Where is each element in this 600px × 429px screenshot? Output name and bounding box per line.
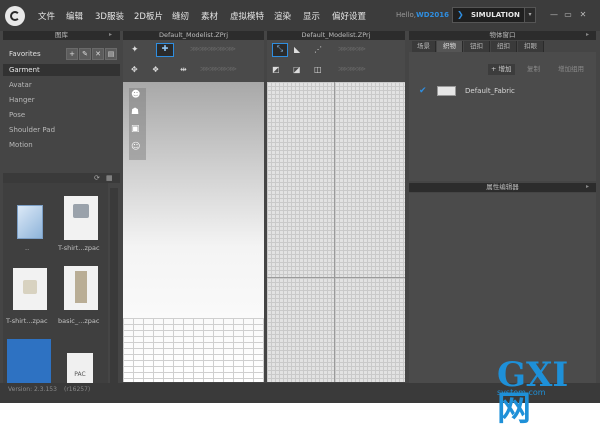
mode-dropdown-chevron-icon[interactable]: ▾ <box>524 7 536 23</box>
panel-menu-icon[interactable]: ▸ <box>109 31 112 38</box>
move-tool-icon[interactable]: ✚ <box>156 43 174 57</box>
pants-thumbnail[interactable] <box>64 266 98 310</box>
menu-avatar[interactable]: 虚拟模特 <box>230 10 264 22</box>
menu-file[interactable]: 文件 <box>38 10 55 22</box>
version-text: Version: 2.3.153 <box>8 386 57 393</box>
library-panel-title: 图库 <box>3 31 120 40</box>
toolbar-separator-4: ⋙⋙⋙ <box>338 65 366 73</box>
thumbnail-label-parent: .. <box>25 244 30 252</box>
view-skeleton-icon[interactable]: ☺ <box>131 142 140 152</box>
folder-thumbnail[interactable] <box>17 205 43 239</box>
zpac-file-icon[interactable]: PAC <box>67 353 93 383</box>
view2d-title: Default_Modelist.ZPrj <box>267 31 405 40</box>
user-name: WD2016 <box>415 11 449 19</box>
menu-edit[interactable]: 编辑 <box>66 10 83 22</box>
library-item-garment[interactable]: Garment <box>9 66 40 74</box>
build-text: (r16257) <box>64 386 91 393</box>
menu-materials[interactable]: 素材 <box>201 10 218 22</box>
selected-thumbnail[interactable] <box>7 339 51 383</box>
favorites-label: Favorites <box>9 50 41 58</box>
curve-point-icon[interactable]: ⋰ <box>314 45 322 54</box>
fabric-name[interactable]: Default_Fabric <box>465 87 515 95</box>
close-button[interactable]: ✕ <box>577 9 589 21</box>
library-item-shoulder-pad[interactable]: Shoulder Pad <box>9 126 55 134</box>
tools-icon[interactable]: ✕ <box>92 48 104 60</box>
2d-center-axis <box>334 82 335 382</box>
select-tool-icon[interactable]: ✦ <box>131 45 139 55</box>
user-greeting: Hello,WD2016 <box>396 11 449 19</box>
view-garment-icon[interactable]: ☗ <box>131 107 139 117</box>
toolbar-separator-2: ⋙⋙⋙⋙ <box>200 65 237 73</box>
tab-button[interactable]: 钮扣 <box>464 41 490 52</box>
2d-pattern-window[interactable] <box>267 82 405 382</box>
site-watermark-domain: system.com <box>497 388 546 397</box>
menu-preferences[interactable]: 偏好设置 <box>332 10 366 22</box>
thumbnail-toolbar <box>3 173 120 183</box>
flatten-tool-icon[interactable]: ⇹ <box>180 65 187 74</box>
view-avatar-icon[interactable]: ☻ <box>131 90 140 100</box>
property-editor-title: 属性编辑器 <box>409 183 596 192</box>
menu-sewing[interactable]: 缝纫 <box>172 10 189 22</box>
thumbnail-label-tshirt-2: T-shirt...zpac <box>6 317 48 325</box>
add-group-button[interactable]: 增加组用 <box>558 64 584 75</box>
tab-fabric[interactable]: 织物 <box>437 41 463 52</box>
thumbnail-scrollbar[interactable] <box>110 188 118 383</box>
refresh-icon[interactable]: ⟳ <box>94 174 100 182</box>
minimize-button[interactable]: — <box>548 9 560 21</box>
tab-buttonhole[interactable]: 纽扣 <box>491 41 517 52</box>
view3d-title: Default_Modelist.ZPrj <box>123 31 264 40</box>
menu-3d-garment[interactable]: 3D服装 <box>95 10 124 22</box>
thumbnail-label-basic: basic_...zpac <box>58 317 100 325</box>
library-item-motion[interactable]: Motion <box>9 141 33 149</box>
menu-2d-pattern[interactable]: 2D板片 <box>134 10 163 22</box>
app-logo-icon <box>5 6 25 26</box>
menu-render[interactable]: 渲染 <box>274 10 291 22</box>
copy-fabric-button[interactable]: 复制 <box>527 64 540 75</box>
add-favorite-icon[interactable]: + <box>66 48 78 60</box>
polygon-tool-icon[interactable]: ◩ <box>272 65 280 74</box>
fold-tool-icon[interactable]: ✥ <box>131 65 138 74</box>
property-panel-menu-icon[interactable]: ▸ <box>586 183 589 190</box>
object-panel-menu-icon[interactable]: ▸ <box>586 31 589 38</box>
tab-zipper[interactable]: 扣眼 <box>518 41 544 52</box>
add-fabric-button[interactable]: + 增加 <box>488 64 515 75</box>
3d-floor-grid <box>123 318 264 382</box>
pants-shape-icon <box>75 271 87 303</box>
object-window-title: 物体窗口 <box>409 31 596 40</box>
tshirt-shape-icon <box>73 204 89 218</box>
library-item-pose[interactable]: Pose <box>9 111 25 119</box>
rectangle-tool-icon[interactable]: ◪ <box>293 65 301 74</box>
transform-pattern-icon[interactable]: ⤡ <box>272 43 288 57</box>
fabric-check-icon[interactable]: ✔ <box>419 86 427 96</box>
circle-tool-icon[interactable]: ◫ <box>314 65 322 74</box>
view-texture-icon[interactable]: ▣ <box>131 124 140 134</box>
menu-display[interactable]: 显示 <box>303 10 320 22</box>
tab-scene[interactable]: 场景 <box>412 41 436 52</box>
2d-baseline-axis <box>267 277 405 278</box>
delete-icon[interactable]: ▤ <box>105 48 117 60</box>
tshirt-thumbnail-2[interactable] <box>13 268 47 310</box>
toolbar-separator: ⋙⋙⋙⋙⋙ <box>190 45 236 53</box>
thumbnail-label-tshirt-1: T-shirt...zpac <box>58 244 100 252</box>
edit-pattern-icon[interactable]: ◣ <box>294 45 300 54</box>
pin-tool-icon[interactable]: ❖ <box>152 65 159 74</box>
simulation-icon: ❯ <box>457 10 464 19</box>
tshirt-thumbnail[interactable] <box>64 196 98 240</box>
restore-button[interactable]: ▭ <box>562 9 574 21</box>
fabric-swatch[interactable] <box>437 86 456 96</box>
edit-icon[interactable]: ✎ <box>79 48 91 60</box>
shirt-shape-icon <box>23 280 37 294</box>
toolbar-separator-3: ⋙⋙⋙ <box>338 45 366 53</box>
view-mode-icon[interactable]: ▦ <box>106 174 113 182</box>
library-item-avatar[interactable]: Avatar <box>9 81 32 89</box>
library-item-hanger[interactable]: Hanger <box>9 96 35 104</box>
